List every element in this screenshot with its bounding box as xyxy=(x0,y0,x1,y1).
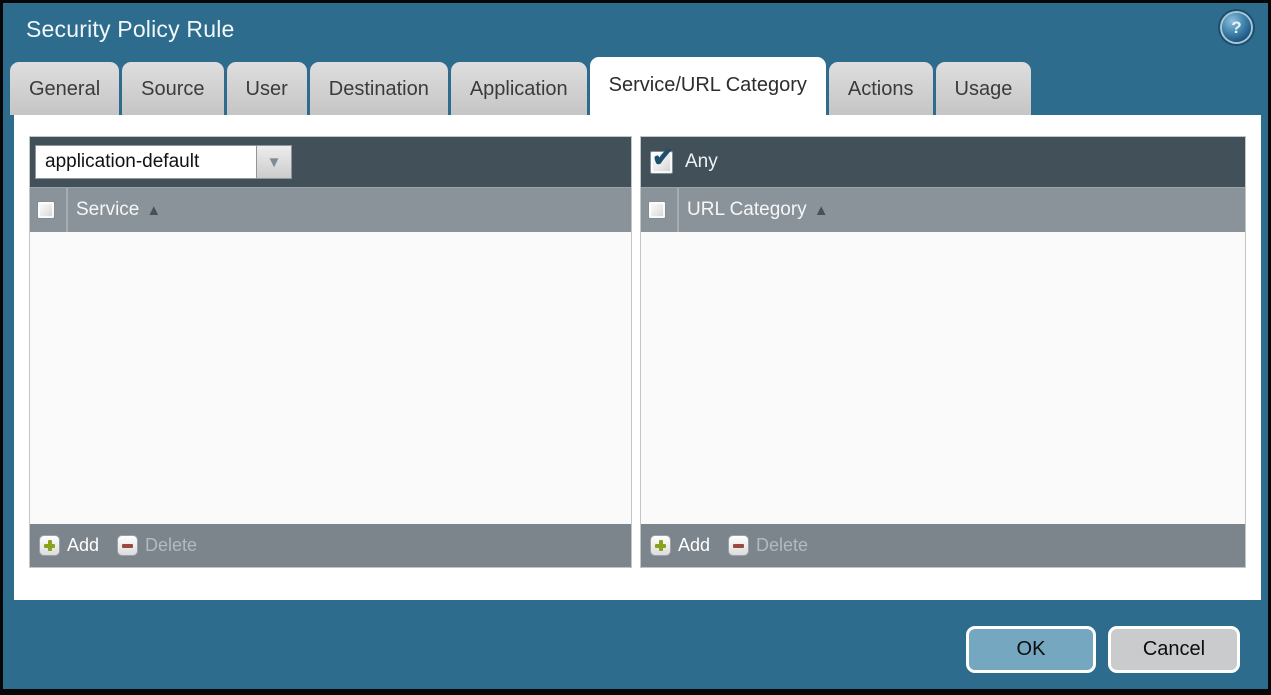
tab-general[interactable]: General xyxy=(10,62,120,115)
sort-ascending-icon[interactable]: ▲ xyxy=(146,202,161,219)
delete-minus-icon xyxy=(728,535,750,556)
url-category-column-header: URL Category ▲ xyxy=(641,187,1245,232)
url-category-list xyxy=(641,232,1245,524)
any-checkbox[interactable]: ✔ xyxy=(650,144,674,174)
url-category-column-label[interactable]: URL Category xyxy=(687,199,807,221)
dialog-title: Security Policy Rule xyxy=(26,16,235,42)
tab-destination[interactable]: Destination xyxy=(309,62,448,115)
tab-service-url-category[interactable]: Service/URL Category xyxy=(589,57,826,115)
tab-user[interactable]: User xyxy=(226,62,307,115)
url-category-select-all-checkbox[interactable] xyxy=(648,201,666,219)
security-policy-rule-dialog: Security Policy Rule ? General Source Us… xyxy=(0,0,1271,695)
tab-label: General xyxy=(29,78,101,100)
ok-button[interactable]: OK xyxy=(966,626,1096,673)
url-category-toolbar: Add Delete xyxy=(641,524,1245,567)
tab-label: Usage xyxy=(954,78,1013,100)
url-category-panel: ✔ Any URL Category ▲ Add Delete xyxy=(640,136,1246,568)
column-divider xyxy=(66,188,67,232)
checkmark-icon: ✔ xyxy=(652,141,674,172)
sort-ascending-icon[interactable]: ▲ xyxy=(814,202,829,219)
cancel-button-label: Cancel xyxy=(1142,638,1206,660)
add-button-label: Add xyxy=(678,535,711,555)
help-icon[interactable]: ? xyxy=(1222,13,1251,42)
tab-label: Service/URL Category xyxy=(608,74,807,96)
tab-label: Actions xyxy=(847,78,914,100)
service-type-dropdown[interactable]: application-default ▼ xyxy=(35,145,292,179)
add-plus-icon xyxy=(650,535,671,556)
add-plus-icon xyxy=(39,535,60,556)
delete-button-label: Delete xyxy=(145,535,198,555)
service-delete-button[interactable]: Delete xyxy=(117,535,197,556)
tab-label: Source xyxy=(141,78,205,100)
tab-bar: General Source User Destination Applicat… xyxy=(10,57,1032,115)
service-column-header: Service ▲ xyxy=(30,187,631,232)
service-add-button[interactable]: Add xyxy=(39,535,99,556)
add-button-label: Add xyxy=(67,535,100,555)
dialog-body: application-default ▼ Service ▲ Add Dele… xyxy=(14,115,1261,600)
url-category-panel-header: ✔ Any xyxy=(641,137,1245,187)
column-divider xyxy=(677,188,678,232)
dropdown-arrow-glyph: ▼ xyxy=(266,153,282,171)
service-type-dropdown-value[interactable]: application-default xyxy=(35,145,256,179)
ok-button-label: OK xyxy=(1016,638,1046,660)
chevron-down-icon[interactable]: ▼ xyxy=(256,145,292,179)
tab-usage[interactable]: Usage xyxy=(935,62,1032,115)
service-panel-header: application-default ▼ xyxy=(30,137,631,187)
tab-application[interactable]: Application xyxy=(450,62,587,115)
cancel-button[interactable]: Cancel xyxy=(1108,626,1240,673)
url-category-add-button[interactable]: Add xyxy=(650,535,710,556)
service-select-all-checkbox[interactable] xyxy=(37,201,55,219)
tab-actions[interactable]: Actions xyxy=(828,62,933,115)
url-category-delete-button[interactable]: Delete xyxy=(728,535,808,556)
tab-label: Destination xyxy=(328,78,429,100)
service-column-label[interactable]: Service xyxy=(76,199,139,221)
tab-label: Application xyxy=(469,78,568,100)
delete-minus-icon xyxy=(117,535,139,556)
service-list xyxy=(30,232,631,524)
help-icon-glyph: ? xyxy=(1231,17,1242,37)
delete-button-label: Delete xyxy=(756,535,809,555)
tab-source[interactable]: Source xyxy=(122,62,224,115)
tab-label: User xyxy=(245,78,288,100)
service-panel: application-default ▼ Service ▲ Add Dele… xyxy=(29,136,632,568)
any-checkbox-label: Any xyxy=(685,151,718,172)
service-toolbar: Add Delete xyxy=(30,524,631,567)
